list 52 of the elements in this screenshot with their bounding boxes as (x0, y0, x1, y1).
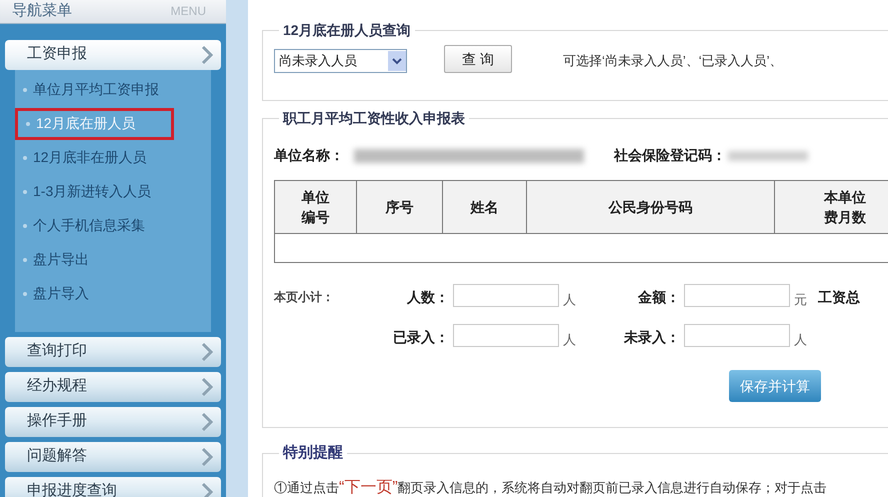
column-header: 本单位 费月数 (822, 188, 867, 227)
bullet-icon (23, 258, 27, 262)
chevron-icon (201, 376, 213, 396)
column-header: 单位 编号 (275, 181, 357, 233)
field-label: 人数： (407, 288, 449, 307)
submenu-item[interactable]: 1-3月新进转入人员 (15, 176, 203, 208)
field-label: 未录入： (624, 328, 680, 347)
field-label: 工资总 (818, 288, 860, 307)
chevron-icon (201, 446, 213, 466)
column-header: 序号 (357, 181, 443, 233)
field-label: 金额： (638, 288, 680, 307)
submenu-item[interactable]: 盘片导出 (15, 244, 203, 276)
unit-name-label: 单位名称： (274, 146, 344, 165)
input-field[interactable] (684, 284, 790, 307)
menu-item[interactable]: 经办规程 (5, 372, 221, 402)
menu-item[interactable]: 查询打印 (5, 336, 221, 366)
input-field[interactable] (684, 324, 790, 347)
bullet-icon (23, 224, 27, 228)
subtotal-label: 本页小计： (274, 289, 334, 306)
hint-text: 可选择‘尚未录入人员’、‘已录入人员’、 (563, 52, 783, 70)
menu-item[interactable]: 申报进度查询 (5, 476, 221, 497)
chevron-icon (201, 342, 213, 362)
unit-label: 人 (794, 331, 807, 349)
chevron-icon (201, 482, 213, 497)
unit-label: 元 (794, 291, 807, 309)
menu-item[interactable]: 问题解答 (5, 442, 221, 472)
field-label: 已录入： (393, 328, 449, 347)
query-button[interactable]: 查 询 (444, 45, 512, 73)
bullet-icon (26, 122, 30, 126)
submenu-item[interactable]: 单位月平均工资申报 (15, 74, 203, 106)
submenu-item[interactable]: 12月底非在册人员 (15, 142, 203, 174)
bullet-icon (23, 190, 27, 194)
column-header: 公民身份号码 (527, 181, 775, 233)
input-field[interactable] (453, 284, 559, 307)
notice-text: ①通过点击“下一页”翻页录入信息的，系统将自动对翻页前已录入信息进行自动保存；对于点击 (273, 478, 828, 497)
submenu-item[interactable]: 个人手机信息采集 (15, 210, 203, 242)
status-select[interactable]: 尚未录入人员 (274, 49, 407, 73)
column-header: 姓名 (443, 181, 527, 233)
chevron-icon (201, 412, 213, 432)
unit-label: 人 (563, 331, 576, 349)
menu-label: MENU (170, 3, 206, 20)
chevron-icon (201, 44, 213, 64)
submenu-item[interactable]: 盘片导入 (15, 278, 203, 310)
sidebar-title: 导航菜单 (12, 1, 72, 21)
registration-code-label: 社会保险登记码： (614, 146, 726, 165)
menu-item[interactable]: 操作手册 (5, 406, 221, 436)
menu-item[interactable]: 工资申报 (5, 40, 221, 70)
unit-label: 人 (563, 291, 576, 309)
bullet-icon (23, 88, 27, 92)
input-field[interactable] (453, 324, 559, 347)
bullet-icon (23, 156, 27, 160)
bullet-icon (23, 292, 27, 296)
